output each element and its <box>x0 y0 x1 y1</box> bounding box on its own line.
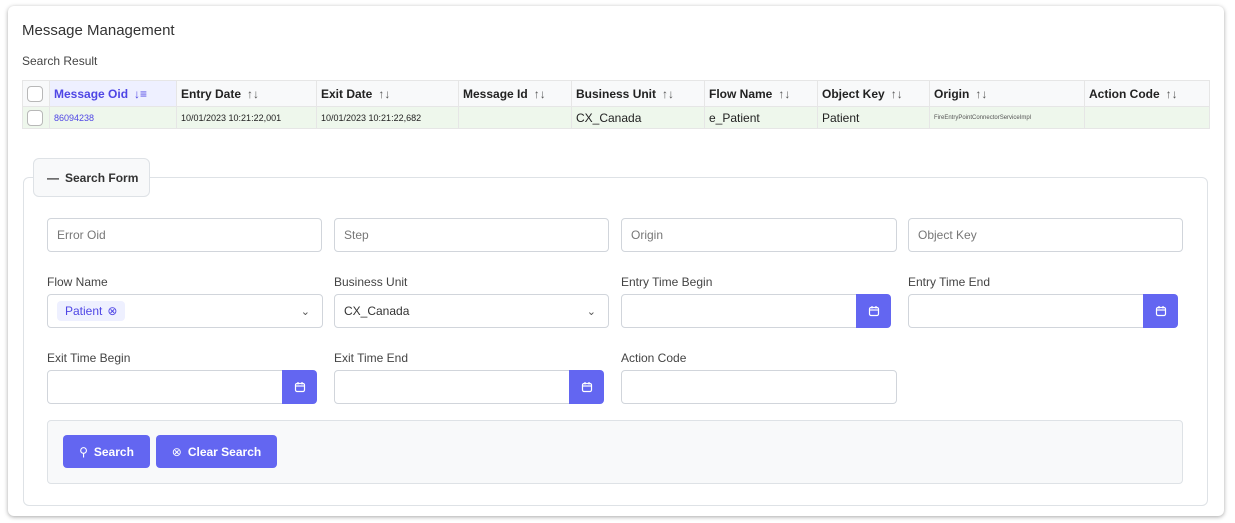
exit-time-begin-input[interactable] <box>47 370 283 404</box>
collapse-icon[interactable]: — <box>47 171 59 185</box>
chevron-down-icon[interactable]: ⌄ <box>587 305 596 318</box>
calendar-icon[interactable] <box>1143 294 1178 328</box>
column-header-origin[interactable]: Origin ↑↓ <box>929 80 1085 107</box>
cell-message-id <box>458 106 572 129</box>
sort-desc-icon[interactable]: ↓≡ <box>134 87 147 101</box>
search-icon: ⚲ <box>79 444 88 459</box>
search-button-label: Search <box>93 444 134 459</box>
cell-origin: FireEntryPointConnectorServiceImpl <box>929 106 1085 129</box>
search-button[interactable]: ⚲ Search <box>63 435 150 468</box>
calendar-icon[interactable] <box>282 370 317 404</box>
column-header-object-key[interactable]: Object Key ↑↓ <box>817 80 930 107</box>
row-checkbox[interactable] <box>22 106 50 129</box>
action-code-label: Action Code <box>621 351 687 365</box>
action-code-input[interactable] <box>621 370 897 404</box>
calendar-icon[interactable] <box>569 370 604 404</box>
column-header-message-id[interactable]: Message Id ↑↓ <box>458 80 572 107</box>
business-unit-value: CX_Canada <box>344 304 410 318</box>
clear-icon: ⊗ <box>171 444 182 459</box>
cell-business-unit: CX_Canada <box>571 106 705 129</box>
sort-icon[interactable]: ↑↓ <box>247 87 259 101</box>
column-header-exit-date[interactable]: Exit Date ↑↓ <box>316 80 459 107</box>
sort-icon[interactable]: ↑↓ <box>778 87 790 101</box>
chip-label: Patient <box>65 304 103 318</box>
object-key-field[interactable]: Object Key <box>908 218 1183 252</box>
search-form-toggle[interactable]: — Search Form <box>33 158 150 197</box>
exit-time-end-label: Exit Time End <box>334 351 409 365</box>
entry-time-begin-label: Entry Time Begin <box>621 275 713 289</box>
sort-icon[interactable]: ↑↓ <box>975 87 987 101</box>
business-unit-select[interactable]: CX_Canada ⌄ <box>334 294 609 328</box>
table-header-row: Message Oid ↓≡ Entry Date ↑↓ Exit Date ↑↓ M… <box>22 80 1210 107</box>
sort-icon[interactable]: ↑↓ <box>891 87 903 101</box>
entry-time-end-label: Entry Time End <box>908 275 991 289</box>
origin-field[interactable]: Origin <box>621 218 897 252</box>
page-title: Message Management <box>22 22 175 39</box>
cell-action-code <box>1084 106 1210 129</box>
search-result-heading: Search Result <box>22 54 98 68</box>
exit-time-end-input[interactable] <box>334 370 570 404</box>
search-form-legend: Search Form <box>65 170 139 185</box>
message-oid-link[interactable]: 86094238 <box>49 106 177 129</box>
error-oid-field[interactable]: Error Oid <box>47 218 322 252</box>
search-result-table: Message Oid ↓≡ Entry Date ↑↓ Exit Date ↑↓ M… <box>22 80 1210 129</box>
calendar-icon[interactable] <box>856 294 891 328</box>
column-header-flow-name[interactable]: Flow Name ↑↓ <box>704 80 818 107</box>
chip-remove-icon[interactable]: ⊗ <box>107 304 117 318</box>
clear-search-button-label: Clear Search <box>187 444 262 459</box>
entry-time-begin-input[interactable] <box>621 294 857 328</box>
flow-name-chip: Patient ⊗ <box>57 301 126 321</box>
flow-name-multiselect[interactable]: Patient ⊗ ⌄ <box>47 294 323 328</box>
cell-flow-name: e_Patient <box>704 106 818 129</box>
cell-object-key: Patient <box>817 106 930 129</box>
sort-icon[interactable]: ↑↓ <box>534 87 546 101</box>
cell-exit-date: 10/01/2023 10:21:22,682 <box>316 106 459 129</box>
business-unit-label: Business Unit <box>334 275 408 289</box>
exit-time-begin-label: Exit Time Begin <box>47 351 131 365</box>
column-header-message-oid[interactable]: Message Oid ↓≡ <box>49 80 177 107</box>
cell-entry-date: 10/01/2023 10:21:22,001 <box>176 106 317 129</box>
sort-icon[interactable]: ↑↓ <box>662 87 674 101</box>
column-header-action-code[interactable]: Action Code ↑↓ <box>1084 80 1210 107</box>
clear-search-button[interactable]: ⊗ Clear Search <box>156 435 277 468</box>
entry-time-end-input[interactable] <box>908 294 1144 328</box>
column-header-business-unit[interactable]: Business Unit ↑↓ <box>571 80 705 107</box>
step-field[interactable]: Step <box>334 218 609 252</box>
table-row[interactable]: 86094238 10/01/2023 10:21:22,001 10/01/2… <box>22 106 1210 129</box>
sort-icon[interactable]: ↑↓ <box>378 87 390 101</box>
column-header-entry-date[interactable]: Entry Date ↑↓ <box>176 80 317 107</box>
flow-name-label: Flow Name <box>47 275 108 289</box>
chevron-down-icon[interactable]: ⌄ <box>301 305 310 318</box>
sort-icon[interactable]: ↑↓ <box>1166 87 1178 101</box>
select-all-checkbox[interactable] <box>22 80 50 107</box>
